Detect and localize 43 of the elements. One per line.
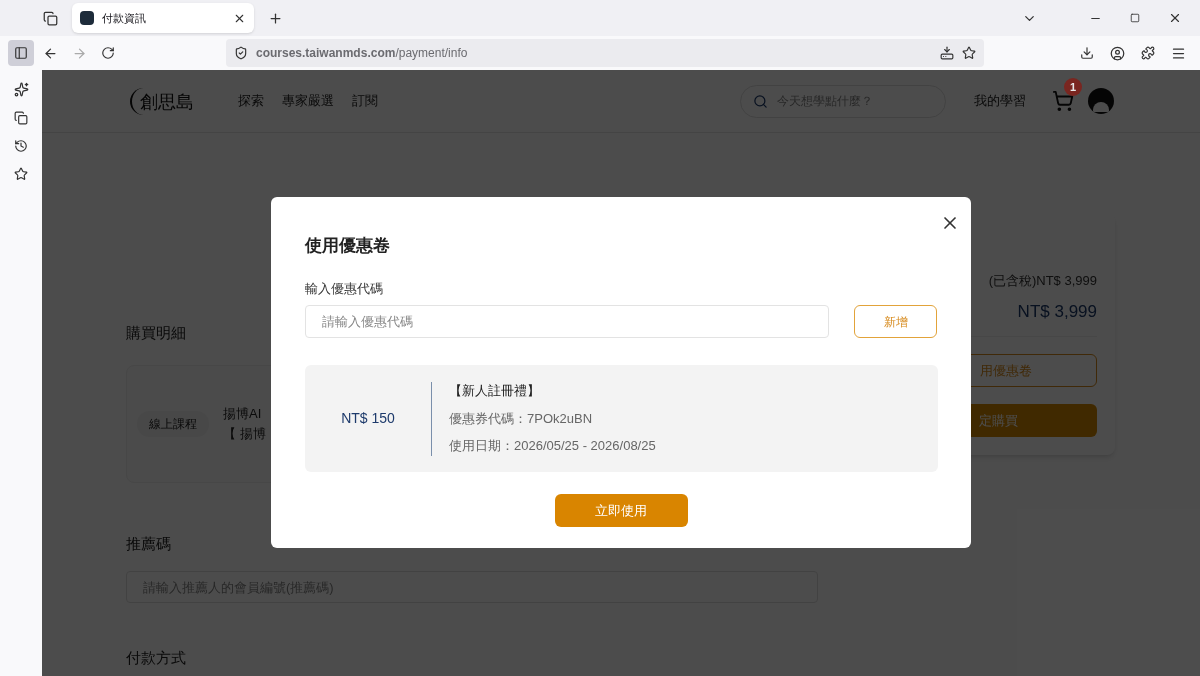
reload-icon[interactable]: [101, 46, 115, 60]
field-label: 輸入優惠代碼: [305, 279, 384, 298]
course-title: 揚博AI: [223, 404, 263, 423]
shield-icon: [234, 46, 248, 60]
section-heading: 付款方式: [126, 648, 187, 668]
new-tab-icon[interactable]: [268, 10, 283, 26]
coupon-code: 優惠券代碼：7POk2uBN: [449, 409, 594, 428]
course-title: 【 揚博: [223, 424, 266, 443]
coupon-code-field[interactable]: 請輸入優惠代碼: [305, 305, 830, 338]
maximize-icon[interactable]: [1130, 13, 1140, 23]
address-bar[interactable]: courses.taiwanmds.com/payment/info: [226, 39, 984, 67]
history-icon[interactable]: [14, 139, 28, 153]
nav-link[interactable]: 探索: [238, 91, 264, 111]
extensions-icon[interactable]: [1141, 46, 1155, 60]
add-coupon-button[interactable]: 新增: [854, 305, 937, 338]
url-text: courses.taiwanmds.com/payment/info: [256, 45, 468, 62]
install-icon[interactable]: [940, 46, 954, 60]
sidebar-toggle[interactable]: [8, 40, 34, 66]
dialog-title: 使用優惠卷: [305, 235, 391, 257]
apply-coupon-button[interactable]: 立即使用: [554, 494, 688, 527]
coupon-amount: NT$ 150: [340, 409, 396, 428]
coupon-card[interactable]: NT$ 150 【新人註冊禮】 優惠券代碼：7POk2uBN 使用日期：2026/05/25 - 2026/08/25: [305, 365, 938, 472]
sparkle-icon[interactable]: [13, 82, 29, 97]
total-price: NT$ 3,999: [1017, 300, 1097, 323]
nav-link[interactable]: 訂閱: [352, 91, 378, 111]
tab-list-icon[interactable]: [42, 10, 58, 26]
coupon-validity: 使用日期：2026/05/25 - 2026/08/25: [449, 437, 656, 456]
coupon-name: 【新人註冊禮】: [449, 382, 541, 401]
tab-title: 付款資訊: [102, 10, 147, 26]
browser-tab[interactable]: 付款資訊: [72, 3, 254, 33]
sidebar-panel-icon: [14, 46, 28, 60]
my-learning-link[interactable]: 我的學習: [974, 91, 1026, 111]
close-window-icon[interactable]: [1168, 11, 1182, 25]
download-icon[interactable]: [1080, 46, 1094, 60]
nav-link[interactable]: 專家嚴選: [282, 91, 334, 111]
site-favicon: [80, 11, 94, 25]
section-heading: 推薦碼: [126, 533, 172, 554]
synced-tabs-icon[interactable]: [14, 111, 28, 125]
account-icon[interactable]: [1110, 45, 1125, 61]
back-icon[interactable]: [43, 45, 58, 61]
bookmarks-icon[interactable]: [14, 167, 28, 181]
bookmark-star-icon[interactable]: [962, 46, 976, 60]
menu-icon[interactable]: [1171, 45, 1186, 61]
